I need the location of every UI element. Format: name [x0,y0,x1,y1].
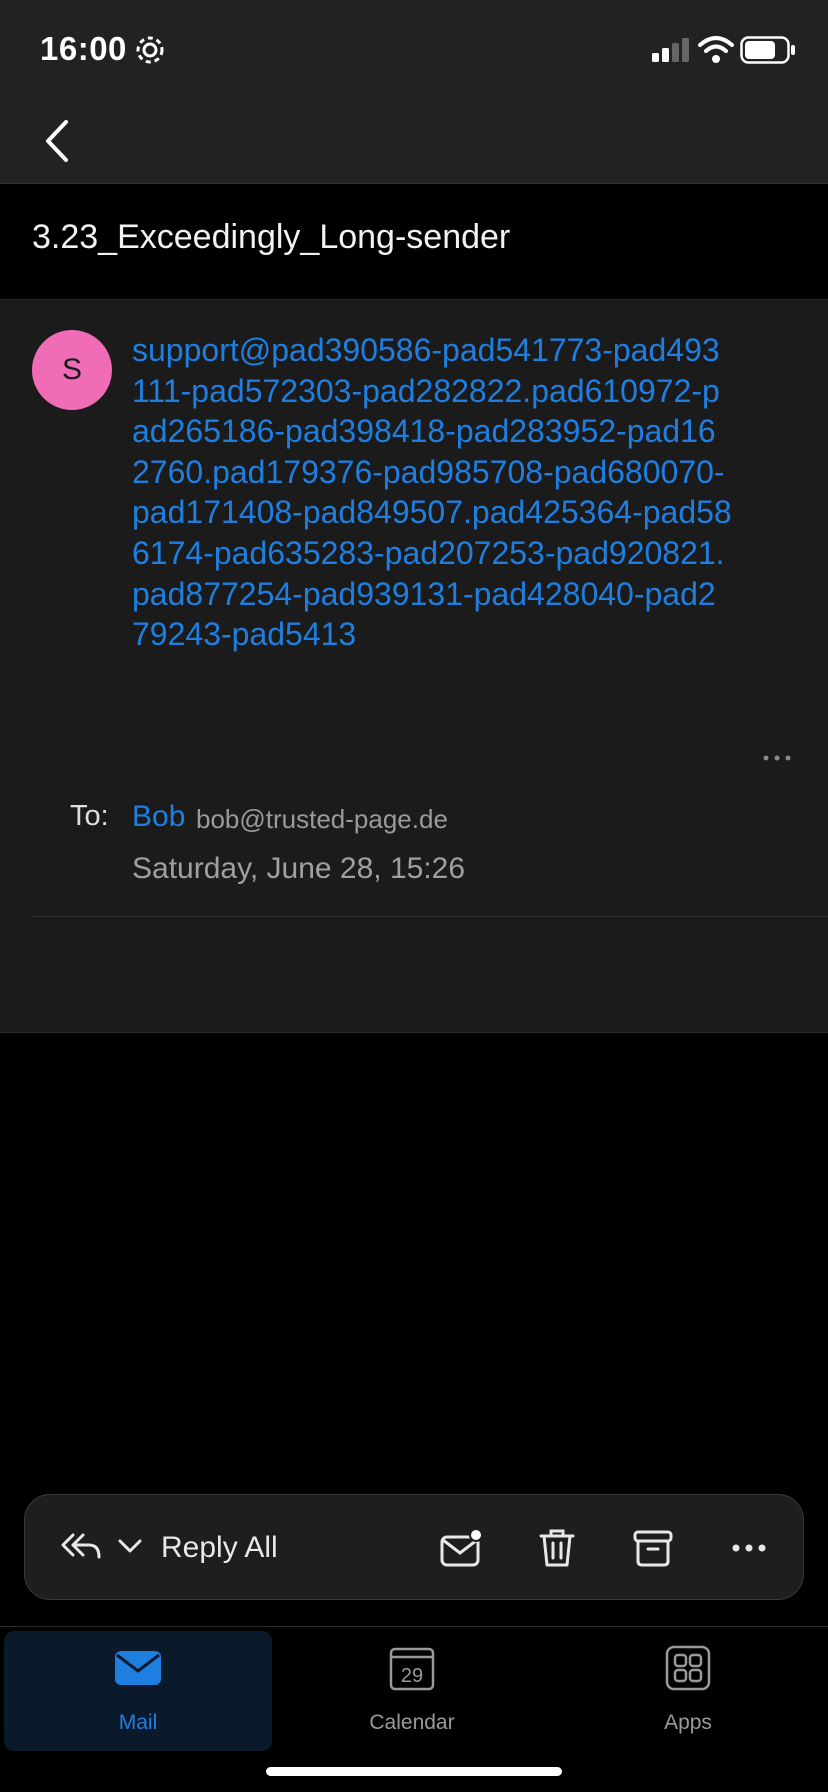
email-date: Saturday, June 28, 15:26 [132,852,466,885]
tab-calendar[interactable]: 29 Calendar [278,1631,546,1751]
reply-all-icon[interactable] [61,1531,101,1563]
nav-bar [0,96,828,184]
recipient-name[interactable]: Bob [132,800,185,834]
tab-apps-label: Apps [664,1711,712,1734]
tab-mail[interactable]: Mail [4,1631,272,1751]
email-header-card: S support@pad390586-pad541773-pad493111-… [0,300,828,1033]
email-subject: 3.23_Exceedingly_Long-sender [32,218,511,256]
archive-icon[interactable] [631,1527,675,1569]
more-details-icon[interactable] [762,752,792,764]
wifi-icon [698,36,734,63]
status-time: 16:00 [40,30,127,67]
action-bar: Reply All [24,1494,804,1600]
calendar-badge: 29 [401,1665,423,1687]
tab-apps[interactable]: Apps [554,1631,822,1751]
subject-bar: 3.23_Exceedingly_Long-sender [0,184,828,300]
chevron-down-icon[interactable] [117,1537,143,1555]
sender-address[interactable]: support@pad390586-pad541773-pad493111-pa… [132,330,732,655]
gear-icon [136,36,164,64]
to-label: To: [70,800,109,832]
recipient-email: bob@trusted-page.de [196,804,448,834]
trash-icon[interactable] [535,1527,579,1569]
tab-calendar-label: Calendar [369,1711,455,1734]
cellular-signal-icon [652,38,689,62]
status-bar: 16:00 [0,0,828,96]
battery-icon [740,36,795,64]
calendar-icon: 29 [389,1647,435,1691]
mail-icon [115,1651,161,1685]
apps-icon [665,1645,711,1691]
reply-all-button[interactable]: Reply All [161,1531,278,1565]
avatar[interactable]: S [32,330,112,410]
home-indicator[interactable] [266,1767,562,1776]
mark-unread-icon[interactable] [439,1527,483,1569]
tab-mail-label: Mail [118,1711,158,1734]
back-icon[interactable] [38,116,78,166]
divider [32,916,828,917]
more-icon[interactable] [727,1527,771,1569]
